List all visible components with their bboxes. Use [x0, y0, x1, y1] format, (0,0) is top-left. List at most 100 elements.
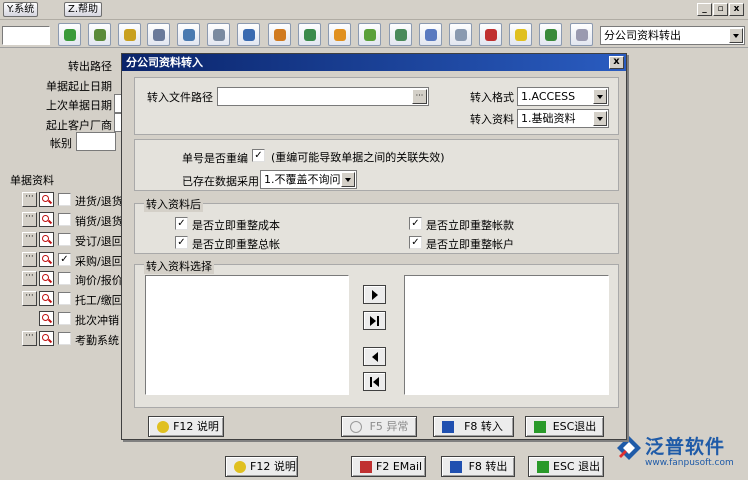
print-icon: [485, 29, 497, 41]
tb-link-button[interactable]: [449, 23, 472, 46]
document-checkbox[interactable]: [58, 233, 71, 246]
move-right-button[interactable]: [363, 285, 386, 304]
tb-window-button[interactable]: [237, 23, 260, 46]
move-all-right-button[interactable]: [363, 311, 386, 330]
arrow-right-icon: [372, 290, 378, 300]
after-option-checkbox[interactable]: ✓: [409, 236, 422, 249]
selected-list[interactable]: [404, 275, 609, 395]
exit-button[interactable]: ESC 退出: [528, 456, 604, 477]
after-option-checkbox[interactable]: ✓: [175, 217, 188, 230]
tb-approve-button[interactable]: [118, 23, 141, 46]
dialog-exit-button[interactable]: ESC退出: [525, 416, 604, 437]
dialog-help-button[interactable]: F12 说明: [148, 416, 224, 437]
chevron-down-icon[interactable]: [593, 89, 607, 104]
tb-palette-button[interactable]: [147, 23, 170, 46]
export-icon: [450, 461, 462, 473]
options-button[interactable]: ···: [22, 212, 37, 227]
zoom-button[interactable]: [39, 192, 54, 207]
options-button[interactable]: ···: [22, 291, 37, 306]
tb-swap-button[interactable]: [328, 23, 351, 46]
document-checkbox[interactable]: [58, 213, 71, 226]
minimize-button[interactable]: _: [697, 3, 712, 16]
zoom-button[interactable]: [39, 271, 54, 286]
tb-form-button[interactable]: [177, 23, 200, 46]
approve-icon: [124, 29, 136, 41]
running-man-icon: [534, 421, 546, 433]
options-button[interactable]: ···: [22, 271, 37, 286]
bell-icon: [515, 29, 527, 41]
tb-undo-button[interactable]: [358, 23, 381, 46]
customer-range-label: 起止客户厂商: [46, 119, 112, 132]
zoom-button[interactable]: [39, 291, 54, 306]
options-button[interactable]: ···: [22, 331, 37, 346]
zoom-button[interactable]: [39, 252, 54, 267]
renumber-note: (重编可能导致单据之间的关联失效): [271, 151, 445, 164]
tb-calculator-button[interactable]: [389, 23, 412, 46]
document-label: 进货/退货: [75, 195, 123, 208]
dialog-close-button[interactable]: x: [609, 56, 624, 69]
zoom-button[interactable]: [39, 232, 54, 247]
chevron-down-icon[interactable]: [341, 172, 355, 187]
data-type-select[interactable]: 1.基础资料: [517, 109, 609, 128]
toolbar-field[interactable]: [2, 26, 50, 45]
menu-system[interactable]: Y.系统: [3, 2, 39, 17]
close-button[interactable]: x: [729, 3, 744, 16]
help-icon: [234, 461, 246, 473]
export-button[interactable]: F8 转出: [441, 456, 515, 477]
account-field[interactable]: [76, 132, 116, 151]
move-all-left-button[interactable]: [363, 372, 386, 391]
after-option-checkbox[interactable]: ✓: [175, 236, 188, 249]
menu-help[interactable]: Z.帮助: [64, 2, 103, 17]
email-button[interactable]: F2 EMail: [351, 456, 426, 477]
tb-tools-button[interactable]: [268, 23, 291, 46]
zoom-button[interactable]: [39, 311, 54, 326]
existing-data-label: 已存在数据采用: [182, 175, 259, 188]
chevron-down-icon[interactable]: [729, 28, 743, 43]
browse-button[interactable]: ···: [412, 89, 427, 104]
account-label: 帐别: [50, 137, 72, 150]
import-button[interactable]: F8 转入: [433, 416, 514, 437]
available-list[interactable]: [145, 275, 349, 395]
last-date-label: 上次单据日期: [46, 99, 112, 112]
tb-image-button[interactable]: [298, 23, 321, 46]
move-left-button[interactable]: [363, 347, 386, 366]
chevron-down-icon[interactable]: [593, 111, 607, 126]
document-checkbox[interactable]: ✓: [58, 253, 71, 266]
options-button[interactable]: ···: [22, 232, 37, 247]
zoom-button[interactable]: [39, 212, 54, 227]
date-range-label: 单据起止日期: [46, 80, 112, 93]
after-option-label: 是否立即重整帐户: [426, 238, 514, 251]
tb-exit-button[interactable]: [539, 23, 562, 46]
tb-bell-button[interactable]: [509, 23, 532, 46]
document-checkbox[interactable]: [58, 272, 71, 285]
format-select[interactable]: 1.ACCESS: [517, 87, 609, 106]
options-button[interactable]: ···: [22, 252, 37, 267]
document-checkbox[interactable]: [58, 312, 71, 325]
exception-button[interactable]: F5 异常: [341, 416, 417, 437]
existing-data-select[interactable]: 1.不覆盖不询问: [260, 170, 357, 189]
dialog-title-bar[interactable]: 分公司资料转入 x: [122, 54, 626, 71]
toolbar-function-select[interactable]: 分公司资料转出: [600, 26, 745, 45]
tb-home-button[interactable]: [88, 23, 111, 46]
export-path-label: 转出路径: [68, 60, 112, 73]
arrow-left-end-icon: [373, 377, 379, 387]
dialog-title: 分公司资料转入: [126, 56, 203, 69]
document-label: 询价/报价: [75, 274, 123, 287]
tb-copy-button[interactable]: [419, 23, 442, 46]
tb-print-button[interactable]: [479, 23, 502, 46]
window-icon: [243, 29, 255, 41]
tb-book-button[interactable]: [207, 23, 230, 46]
document-label: 批次冲销: [75, 314, 119, 327]
tb-window2-button[interactable]: [570, 23, 593, 46]
after-option-checkbox[interactable]: ✓: [409, 217, 422, 230]
zoom-button[interactable]: [39, 331, 54, 346]
document-checkbox[interactable]: [58, 193, 71, 206]
file-path-input[interactable]: ···: [217, 87, 429, 106]
document-checkbox[interactable]: [58, 292, 71, 305]
help-button[interactable]: F12 说明: [225, 456, 298, 477]
document-checkbox[interactable]: [58, 332, 71, 345]
options-button[interactable]: ···: [22, 192, 37, 207]
tb-refresh-button[interactable]: [58, 23, 81, 46]
renumber-checkbox[interactable]: ✓: [252, 149, 265, 162]
restore-button[interactable]: ▫: [713, 3, 728, 16]
